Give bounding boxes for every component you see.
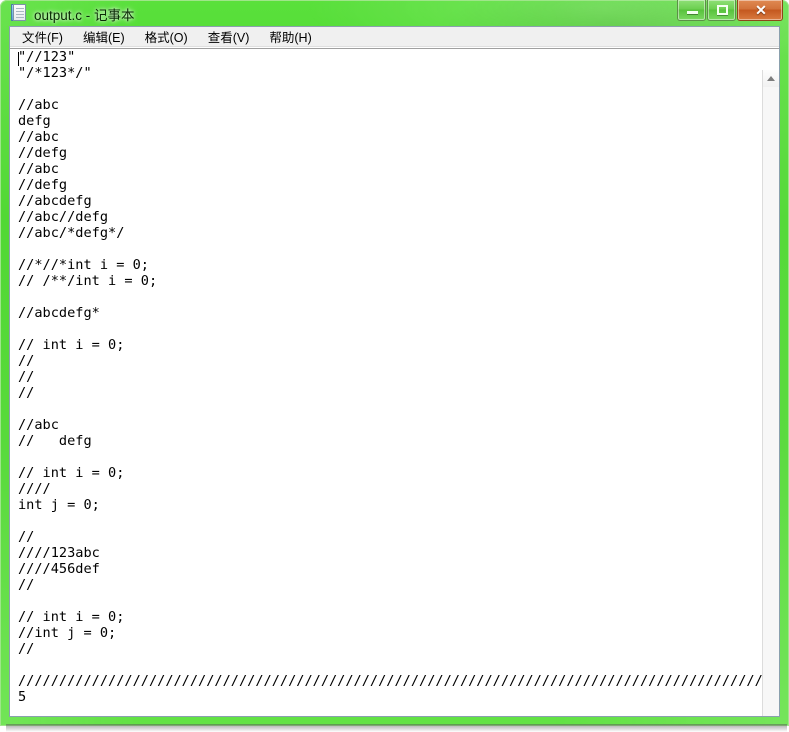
menu-view[interactable]: 查看(V) (199, 27, 259, 48)
maximize-button[interactable] (707, 0, 736, 21)
editor-text[interactable]: "//123" "/*123*/" //abc defg //abc //def… (18, 49, 762, 705)
title-bar[interactable]: output.c - 记事本 ✕ (0, 0, 789, 26)
minimize-button[interactable] (677, 0, 706, 21)
scrollbar-track[interactable] (763, 87, 779, 716)
scroll-up-arrow[interactable] (763, 70, 779, 87)
menu-edit[interactable]: 编辑(E) (74, 27, 134, 48)
text-editor[interactable]: "//123" "/*123*/" //abc defg //abc //def… (10, 49, 762, 716)
menu-file[interactable]: 文件(F) (13, 27, 72, 48)
caption-buttons: ✕ (676, 0, 783, 22)
minimize-icon (687, 11, 698, 14)
menu-format[interactable]: 格式(O) (136, 27, 197, 48)
menu-bar: 文件(F) 编辑(E) 格式(O) 查看(V) 帮助(H) (10, 27, 779, 47)
client-area: 文件(F) 编辑(E) 格式(O) 查看(V) 帮助(H) "//123" "/… (9, 26, 780, 717)
close-button[interactable]: ✕ (737, 0, 783, 21)
vertical-scrollbar[interactable] (762, 70, 779, 716)
maximize-icon (717, 5, 728, 15)
close-icon: ✕ (755, 2, 767, 18)
notepad-document-icon (11, 4, 28, 22)
editor-area: "//123" "/*123*/" //abc defg //abc //def… (10, 48, 779, 716)
notepad-window: output.c - 记事本 ✕ 文件(F) 编辑(E) 格式(O) 查看(V)… (0, 0, 789, 732)
window-drop-shadow (6, 724, 787, 732)
menu-help[interactable]: 帮助(H) (260, 27, 320, 48)
window-title: output.c - 记事本 (34, 8, 135, 23)
chevron-up-icon (767, 76, 775, 81)
